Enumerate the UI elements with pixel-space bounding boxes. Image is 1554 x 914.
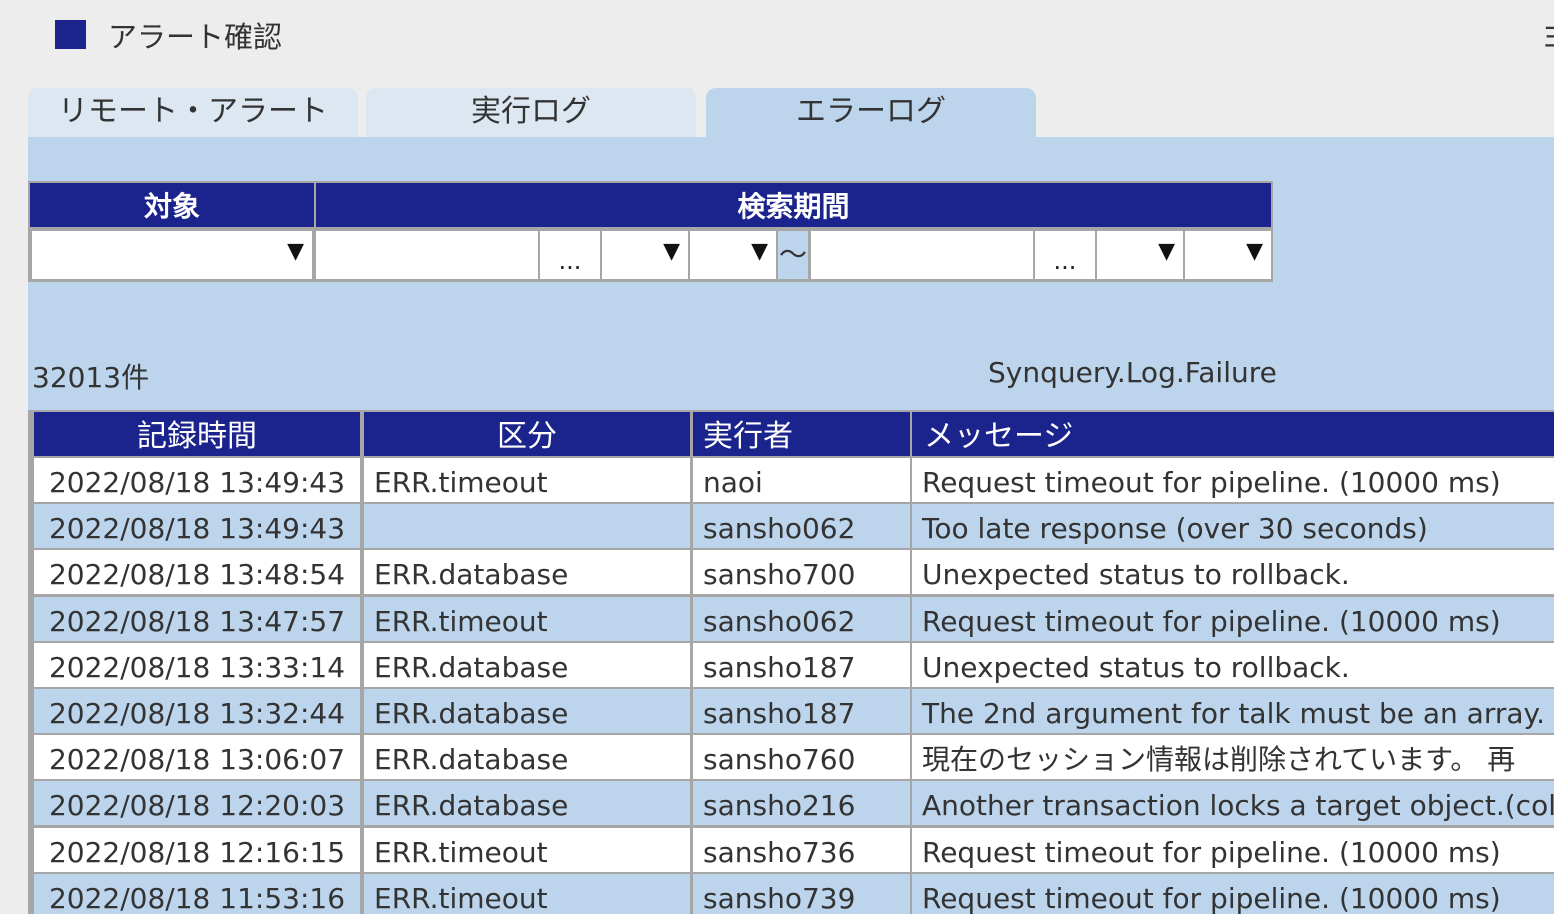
cell-category: ERR.timeout	[364, 873, 690, 914]
cell-executor: sansho187	[693, 689, 910, 733]
cell-category: ERR.timeout	[364, 596, 690, 641]
cell-executor: sansho187	[693, 642, 910, 687]
cell-message: Request timeout for pipeline. (10000 ms)	[912, 458, 1554, 502]
cell-recorded-time: 2022/08/18 13:49:43	[34, 504, 360, 549]
cell-recorded-time: 2022/08/18 13:49:43	[34, 458, 360, 502]
from-minute-select[interactable]: ▼	[690, 231, 776, 279]
cell-category: ERR.timeout	[364, 827, 690, 872]
cell-category: ERR.database	[364, 781, 690, 826]
chevron-down-icon: ▼	[1246, 239, 1263, 264]
cell-message: Another transaction locks a target objec…	[912, 781, 1554, 826]
cell-recorded-time: 2022/08/18 12:20:03	[34, 781, 360, 826]
cell-recorded-time: 2022/08/18 13:32:44	[34, 689, 360, 733]
cell-recorded-time: 2022/08/18 12:16:15	[34, 827, 360, 872]
cell-message: Unexpected status to rollback.	[912, 642, 1554, 687]
period-header: 検索期間	[316, 183, 1271, 227]
cell-executor: naoi	[693, 458, 910, 502]
tab-execution-log[interactable]: 実行ログ	[366, 88, 696, 137]
tab-error-log[interactable]: エラーログ	[706, 88, 1036, 137]
target-header: 対象	[30, 183, 314, 227]
table-row[interactable]: 2022/08/18 13:33:14 ERR.database sansho187…	[28, 642, 1554, 689]
cell-category	[364, 504, 690, 549]
cell-category: ERR.database	[364, 642, 690, 687]
cell-message: The 2nd argument for talk must be an arr…	[912, 689, 1554, 733]
cell-recorded-time: 2022/08/18 13:06:07	[34, 735, 360, 780]
column-header-executor[interactable]: 実行者	[693, 412, 910, 456]
column-header-message[interactable]: メッセージ	[912, 412, 1554, 456]
tab-remote-alert[interactable]: リモート・アラート	[28, 88, 358, 137]
window-title: アラート確認	[108, 20, 283, 54]
cell-executor: sansho062	[693, 504, 910, 549]
cell-category: ERR.database	[364, 735, 690, 780]
cell-executor: sansho700	[693, 550, 910, 595]
from-date-picker-button[interactable]: ...	[540, 231, 600, 279]
truncated-edge-text: ヨ	[1541, 14, 1554, 56]
table-row[interactable]: 2022/08/18 13:49:43 sansho062 Too late res…	[28, 504, 1554, 550]
column-header-recorded-time[interactable]: 記録時間	[34, 412, 360, 456]
chevron-down-icon: ▼	[287, 239, 304, 264]
record-count: 32013件	[32, 361, 150, 394]
from-hour-select[interactable]: ▼	[602, 231, 688, 279]
chevron-down-icon: ▼	[751, 239, 768, 264]
cell-recorded-time: 2022/08/18 13:47:57	[34, 596, 360, 641]
cell-category: ERR.timeout	[364, 458, 690, 502]
log-name: Synquery.Log.Failure	[988, 356, 1277, 389]
to-minute-select[interactable]: ▼	[1185, 231, 1271, 279]
cell-executor: sansho736	[693, 827, 910, 872]
table-row[interactable]: 2022/08/18 13:32:44 ERR.database sansho187…	[28, 689, 1554, 735]
to-date-input[interactable]	[811, 231, 1033, 279]
cell-executor: sansho760	[693, 735, 910, 780]
table-row[interactable]: 2022/08/18 13:49:43 ERR.timeout naoi Reques…	[28, 458, 1554, 504]
cell-message: Unexpected status to rollback.	[912, 550, 1554, 595]
cell-message: 現在のセッション情報は削除されています。 再	[912, 735, 1554, 780]
target-select[interactable]: ▼	[32, 231, 312, 279]
cell-message: Request timeout for pipeline. (10000 ms)	[912, 827, 1554, 872]
table-row[interactable]: 2022/08/18 12:16:15 ERR.timeout sansho736 R…	[28, 827, 1554, 874]
cell-message: Too late response (over 30 seconds)	[912, 504, 1554, 549]
chevron-down-icon: ▼	[1158, 239, 1175, 264]
from-date-input[interactable]	[316, 231, 538, 279]
cell-executor: sansho216	[693, 781, 910, 826]
cell-message: Request timeout for pipeline. (10000 ms)	[912, 596, 1554, 641]
cell-executor: sansho062	[693, 596, 910, 641]
cell-recorded-time: 2022/08/18 11:53:16	[34, 873, 360, 914]
title-bar: アラート確認 ヨ	[0, 0, 1554, 70]
table-row[interactable]: 2022/08/18 12:20:03 ERR.database sansho216…	[28, 781, 1554, 827]
cell-executor: sansho739	[693, 873, 910, 914]
table-row[interactable]: 2022/08/18 13:48:54 ERR.database sansho700…	[28, 550, 1554, 596]
chevron-down-icon: ▼	[663, 239, 680, 264]
table-row[interactable]: 2022/08/18 13:06:07 ERR.database sansho760…	[28, 735, 1554, 781]
cell-category: ERR.database	[364, 550, 690, 595]
cell-recorded-time: 2022/08/18 13:33:14	[34, 642, 360, 687]
search-filter: 対象 検索期間 ▼ ... ▼ ▼ 〜 ... ▼ ▼	[28, 181, 1273, 282]
cell-category: ERR.database	[364, 689, 690, 733]
period-separator: 〜	[778, 231, 808, 279]
to-date-picker-button[interactable]: ...	[1035, 231, 1095, 279]
cell-message: Request timeout for pipeline. (10000 ms)	[912, 873, 1554, 914]
error-log-table: 記録時間 区分 実行者 メッセージ 2022/08/18 13:49:43 ERR…	[28, 410, 1554, 914]
to-hour-select[interactable]: ▼	[1097, 231, 1183, 279]
table-row[interactable]: 2022/08/18 13:47:57 ERR.timeout sansho062 R…	[28, 596, 1554, 643]
column-header-category[interactable]: 区分	[364, 412, 690, 456]
window-square-icon	[55, 20, 86, 49]
cell-recorded-time: 2022/08/18 13:48:54	[34, 550, 360, 595]
table-row[interactable]: 2022/08/18 11:53:16 ERR.timeout sansho739 R…	[28, 873, 1554, 914]
